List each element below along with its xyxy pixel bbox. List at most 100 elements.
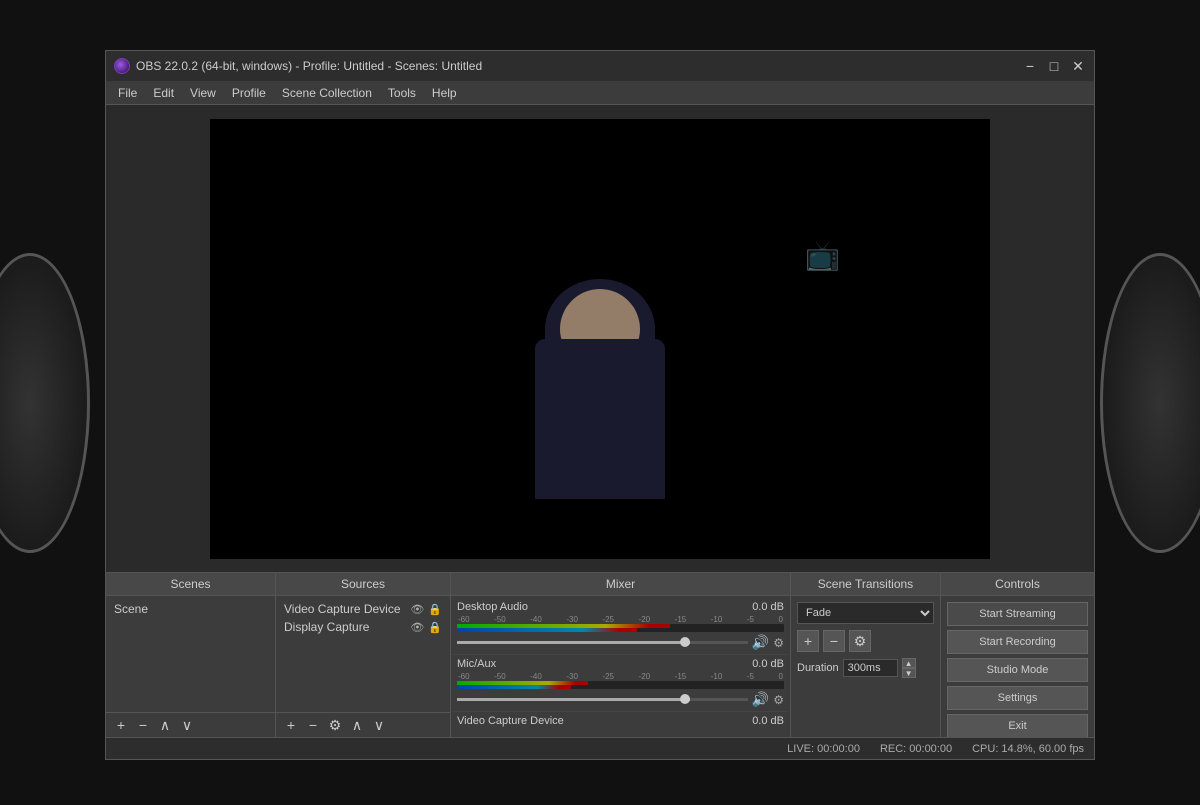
- menu-view[interactable]: View: [182, 84, 224, 102]
- obs-logo-icon: [114, 58, 130, 74]
- level-markers-mic: -60-50-40-30-25-20-15-10-50: [457, 672, 784, 681]
- source-name-display-capture: Display Capture: [284, 620, 369, 634]
- source-icons-video: 👁 🔒: [410, 603, 442, 616]
- sources-panel-header: Sources: [276, 573, 450, 596]
- volume-slider-mic[interactable]: [457, 698, 748, 701]
- menu-scene-collection[interactable]: Scene Collection: [274, 84, 380, 102]
- sources-up-button[interactable]: ∧: [348, 716, 366, 734]
- title-bar-left: OBS 22.0.2 (64-bit, windows) - Profile: …: [114, 58, 482, 74]
- mixer-channel-desktop: Desktop Audio 0.0 dB -60-50-40-30-25-20-…: [453, 598, 788, 655]
- bottom-panels: Scenes Scene + − ∧ ∨ Sources Video Captu…: [106, 572, 1094, 737]
- sources-panel: Sources Video Capture Device 👁 🔒 Display…: [276, 573, 451, 737]
- transition-remove-button[interactable]: −: [823, 630, 845, 652]
- scene-item[interactable]: Scene: [110, 600, 271, 618]
- maximize-button[interactable]: □: [1046, 58, 1062, 74]
- mixer-channel-video: Video Capture Device 0.0 dB: [453, 712, 788, 732]
- transition-add-button[interactable]: +: [797, 630, 819, 652]
- visibility-icon-display[interactable]: 👁: [410, 621, 424, 634]
- mixer-channel-mic: Mic/Aux 0.0 dB -60-50-40-30-25-20-15-10-…: [453, 655, 788, 712]
- bg-decoration-right: [1100, 253, 1200, 553]
- level-fill-blue-desktop: [457, 628, 637, 632]
- volume-slider-thumb-desktop[interactable]: [680, 637, 690, 647]
- mixer-panel-header: Mixer: [451, 573, 790, 596]
- figure-silhouette: [510, 279, 690, 499]
- menu-file[interactable]: File: [110, 84, 145, 102]
- menu-bar: File Edit View Profile Scene Collection …: [106, 81, 1094, 105]
- scenes-up-button[interactable]: ∧: [156, 716, 174, 734]
- duration-label: Duration: [797, 662, 839, 674]
- channel-db-video: 0.0 dB: [752, 715, 784, 727]
- config-button-desktop[interactable]: ⚙: [773, 636, 784, 650]
- controls-content: Start Streaming Start Recording Studio M…: [941, 596, 1094, 737]
- lock-icon-video[interactable]: 🔒: [428, 603, 442, 616]
- menu-tools[interactable]: Tools: [380, 84, 424, 102]
- close-button[interactable]: ✕: [1070, 58, 1086, 74]
- duration-down-button[interactable]: ▼: [902, 668, 916, 678]
- window-title: OBS 22.0.2 (64-bit, windows) - Profile: …: [136, 59, 482, 73]
- scenes-panel: Scenes Scene + − ∧ ∨: [106, 573, 276, 737]
- duration-up-button[interactable]: ▲: [902, 658, 916, 668]
- twitch-logo-icon: 📺: [805, 239, 840, 272]
- transitions-panel: Scene Transitions Fade + − ⚙ Duration: [791, 573, 941, 737]
- status-rec: REC: 00:00:00: [880, 743, 952, 755]
- source-item-display-capture[interactable]: Display Capture 👁 🔒: [280, 618, 446, 636]
- lock-icon-display[interactable]: 🔒: [428, 621, 442, 634]
- transition-config-button[interactable]: ⚙: [849, 630, 871, 652]
- bg-decoration-left: [0, 253, 90, 553]
- status-cpu: CPU: 14.8%, 60.00 fps: [972, 743, 1084, 755]
- exit-button[interactable]: Exit: [947, 714, 1088, 737]
- visibility-icon-video[interactable]: 👁: [410, 603, 424, 616]
- settings-button[interactable]: Settings: [947, 686, 1088, 710]
- source-item-video-capture[interactable]: Video Capture Device 👁 🔒: [280, 600, 446, 618]
- config-button-mic[interactable]: ⚙: [773, 693, 784, 707]
- sources-panel-content: Video Capture Device 👁 🔒 Display Capture…: [276, 596, 450, 712]
- mute-button-desktop[interactable]: 🔊: [752, 634, 769, 651]
- mixer-channel-desktop-top: Desktop Audio 0.0 dB: [457, 601, 784, 613]
- transitions-panel-header: Scene Transitions: [791, 573, 940, 596]
- mute-button-mic[interactable]: 🔊: [752, 691, 769, 708]
- source-icons-display: 👁 🔒: [410, 621, 442, 634]
- status-bar: LIVE: 00:00:00 REC: 00:00:00 CPU: 14.8%,…: [106, 737, 1094, 759]
- figure-body: [535, 339, 665, 499]
- volume-slider-fill-desktop: [457, 641, 690, 644]
- menu-help[interactable]: Help: [424, 84, 465, 102]
- volume-slider-desktop[interactable]: [457, 641, 748, 644]
- channel-db-mic: 0.0 dB: [752, 658, 784, 670]
- mixer-panel: Mixer Desktop Audio 0.0 dB -60-50-40-30-…: [451, 573, 791, 737]
- status-live: LIVE: 00:00:00: [787, 743, 860, 755]
- preview-area: chromaca... 📺: [106, 105, 1094, 572]
- start-streaming-button[interactable]: Start Streaming: [947, 602, 1088, 626]
- sources-down-button[interactable]: ∨: [370, 716, 388, 734]
- duration-row: Duration ▲ ▼: [797, 658, 934, 678]
- sources-remove-button[interactable]: −: [304, 716, 322, 734]
- start-recording-button[interactable]: Start Recording: [947, 630, 1088, 654]
- menu-profile[interactable]: Profile: [224, 84, 274, 102]
- duration-input[interactable]: [843, 659, 898, 677]
- duration-spin: ▲ ▼: [902, 658, 916, 678]
- sources-config-button[interactable]: ⚙: [326, 716, 344, 734]
- menu-edit[interactable]: Edit: [145, 84, 182, 102]
- scenes-remove-button[interactable]: −: [134, 716, 152, 734]
- source-name-video-capture: Video Capture Device: [284, 602, 401, 616]
- minimize-button[interactable]: −: [1022, 58, 1038, 74]
- sources-panel-footer: + − ⚙ ∧ ∨: [276, 712, 450, 737]
- studio-mode-button[interactable]: Studio Mode: [947, 658, 1088, 682]
- title-bar: OBS 22.0.2 (64-bit, windows) - Profile: …: [106, 51, 1094, 81]
- scenes-down-button[interactable]: ∨: [178, 716, 196, 734]
- transition-select[interactable]: Fade: [797, 602, 934, 624]
- mixer-channel-mic-top: Mic/Aux 0.0 dB: [457, 658, 784, 670]
- volume-slider-fill-mic: [457, 698, 690, 701]
- mixer-channel-desktop-bottom: 🔊 ⚙: [457, 634, 784, 651]
- mixer-panel-content: Desktop Audio 0.0 dB -60-50-40-30-25-20-…: [451, 596, 790, 737]
- mixer-channel-mic-bottom: 🔊 ⚙: [457, 691, 784, 708]
- transition-buttons: + − ⚙: [797, 630, 934, 652]
- mixer-channel-video-top: Video Capture Device 0.0 dB: [457, 715, 784, 727]
- scenes-add-button[interactable]: +: [112, 716, 130, 734]
- controls-panel-header: Controls: [941, 573, 1094, 596]
- level-meter-mic: [457, 681, 784, 689]
- level-meter-desktop: [457, 624, 784, 632]
- preview-canvas: chromaca... 📺: [210, 119, 990, 559]
- sources-add-button[interactable]: +: [282, 716, 300, 734]
- transitions-content: Fade + − ⚙ Duration ▲ ▼: [791, 596, 940, 684]
- volume-slider-thumb-mic[interactable]: [680, 694, 690, 704]
